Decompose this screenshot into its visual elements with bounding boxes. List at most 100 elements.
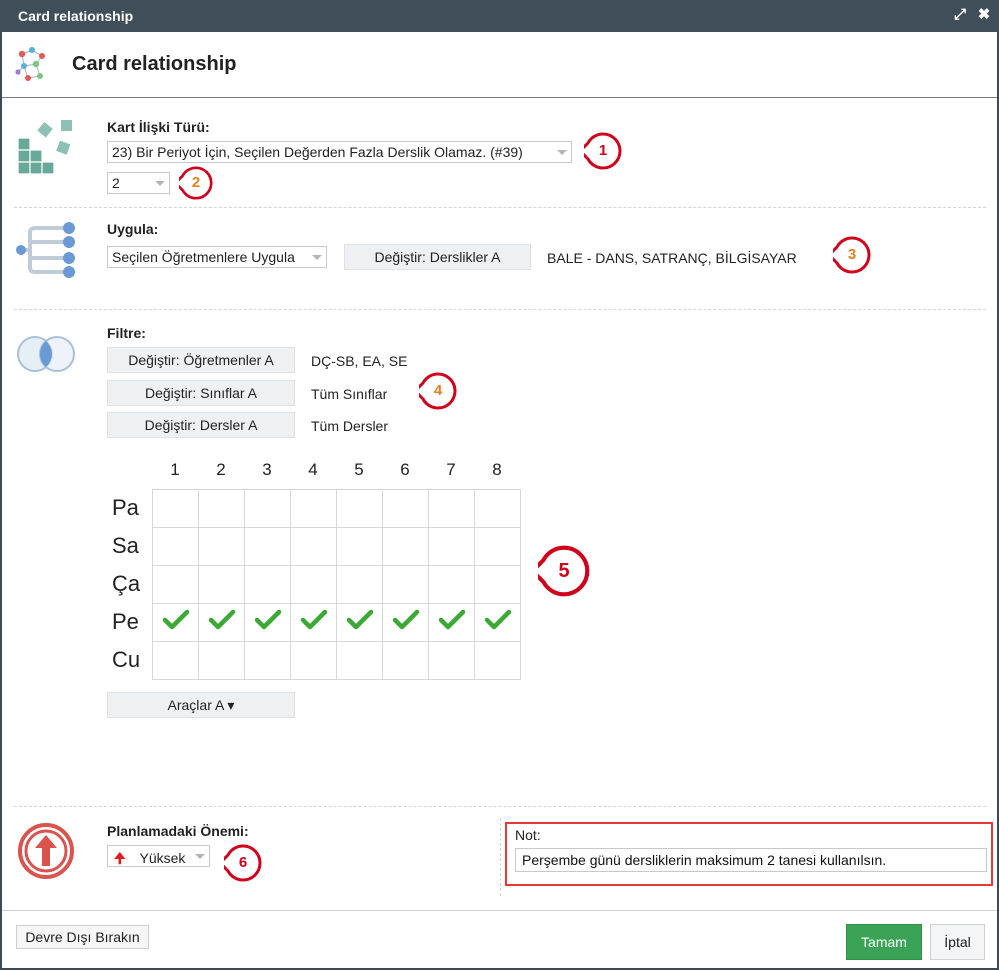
schedule-cell[interactable] [244,603,291,642]
branch-tree-icon [16,222,75,278]
network-graph-icon [15,47,45,81]
schedule-cell[interactable] [428,641,475,680]
section-divider [14,806,986,807]
schedule-cell[interactable] [244,565,291,604]
marker-number: 4 [433,382,443,399]
check-icon [438,609,465,630]
schedule-cell[interactable] [336,565,383,604]
period-header: 2 [216,460,226,479]
schedule-row [152,489,521,528]
disable-button[interactable]: Devre Dışı Bırakın [16,925,149,949]
schedule-cell[interactable] [290,527,337,566]
schedule-cell[interactable] [428,489,475,528]
schedule-cell[interactable] [336,489,383,528]
schedule-cell[interactable] [382,489,429,528]
count-value: 2 [112,175,120,191]
schedule-row [152,603,521,642]
arrow-up-circle-icon [18,823,74,879]
expand-icon[interactable]: ⤢ [950,5,970,25]
schedule-grid [152,489,521,680]
change-classes-button[interactable]: Değiştir: Sınıflar A [107,380,295,406]
callout-marker-1: 1 [584,132,622,170]
change-teachers-button[interactable]: Değiştir: Öğretmenler A [107,347,295,373]
schedule-cell[interactable] [198,527,245,566]
schedule-cell[interactable] [336,603,383,642]
change-subjects-button[interactable]: Değiştir: Dersler A [107,412,295,438]
schedule-cell[interactable] [152,641,199,680]
callout-marker-4: 4 [419,372,457,410]
check-icon [208,609,235,630]
day-header: Ça [112,571,141,596]
schedule-cell[interactable] [382,603,429,642]
filter-label: Filtre: [107,325,146,341]
schedule-cell[interactable] [474,489,521,528]
schedule-cell[interactable] [474,565,521,604]
day-header: Sa [112,533,139,558]
apply-select[interactable]: Seçilen Öğretmenlere Uygula [107,246,327,268]
schedule-cell[interactable] [198,489,245,528]
schedule-row [152,565,521,604]
apply-select-value: Seçilen Öğretmenlere Uygula [112,249,295,265]
close-icon[interactable]: ✖ [974,5,994,25]
check-icon [484,609,511,630]
period-header: 6 [400,460,410,479]
tools-button[interactable]: Araçlar A ▾ [107,692,295,718]
schedule-cell[interactable] [290,641,337,680]
dialog-footer [2,910,997,911]
day-header: Pa [112,495,139,520]
schedule-cell[interactable] [244,641,291,680]
schedule-cell[interactable] [336,641,383,680]
schedule-cell[interactable] [428,565,475,604]
schedule-cell[interactable] [152,603,199,642]
schedule-cell[interactable] [382,641,429,680]
count-select[interactable]: 2 [107,172,170,194]
period-header: 7 [446,460,456,479]
schedule-cell[interactable] [474,603,521,642]
window-title: Card relationship [18,8,134,24]
schedule-cell[interactable] [474,527,521,566]
check-icon [254,609,281,630]
schedule-cell[interactable] [336,527,383,566]
chevron-down-icon [155,181,165,186]
schedule-cell[interactable] [382,565,429,604]
schedule-cell[interactable] [152,565,199,604]
change-classrooms-button[interactable]: Değiştir: Derslikler A [344,244,531,270]
title-bar: Card relationship ⤢ ✖ [0,0,999,32]
page-title: Card relationship [72,53,237,75]
venn-diagram-icon [17,336,75,372]
callout-marker-6: 6 [224,844,262,882]
schedule-cell[interactable] [198,603,245,642]
importance-select[interactable]: 🠉 Yüksek [107,845,210,867]
schedule-cell[interactable] [474,641,521,680]
schedule-cell[interactable] [198,641,245,680]
relation-type-value: 23) Bir Periyot İçin, Seçilen Değerden F… [112,144,523,160]
schedule-cell[interactable] [290,565,337,604]
schedule-cell[interactable] [382,527,429,566]
schedule-cell[interactable] [244,527,291,566]
schedule-cell[interactable] [152,527,199,566]
ok-button[interactable]: Tamam [846,924,922,960]
day-header: Cu [112,647,141,672]
dialog-header: Card relationship [2,32,997,98]
schedule-cell[interactable] [244,489,291,528]
subjects-value: Tüm Dersler [311,418,389,434]
note-input[interactable]: Perşembe günü dersliklerin maksimum 2 ta… [515,848,987,872]
schedule-cell[interactable] [198,565,245,604]
chevron-down-icon [557,150,567,155]
schedule-cell[interactable] [428,603,475,642]
cancel-button[interactable]: İptal [930,924,985,960]
marker-number: 6 [238,854,248,871]
check-icon [162,609,189,630]
schedule-cell[interactable] [290,489,337,528]
section-divider [500,818,501,896]
schedule-cell[interactable] [290,603,337,642]
callout-marker-5: 5 [538,545,590,597]
schedule-cell[interactable] [428,527,475,566]
teachers-value: DÇ-SB, EA, SE [311,353,408,369]
relation-type-select[interactable]: 23) Bir Periyot İçin, Seçilen Değerden F… [107,141,572,163]
selected-classrooms: BALE - DANS, SATRANÇ, BİLGİSAYAR [547,250,797,266]
callout-marker-2: 2 [179,166,213,200]
schedule-cell[interactable] [152,489,199,528]
blocks-icon [17,120,72,175]
section-divider [14,309,986,310]
